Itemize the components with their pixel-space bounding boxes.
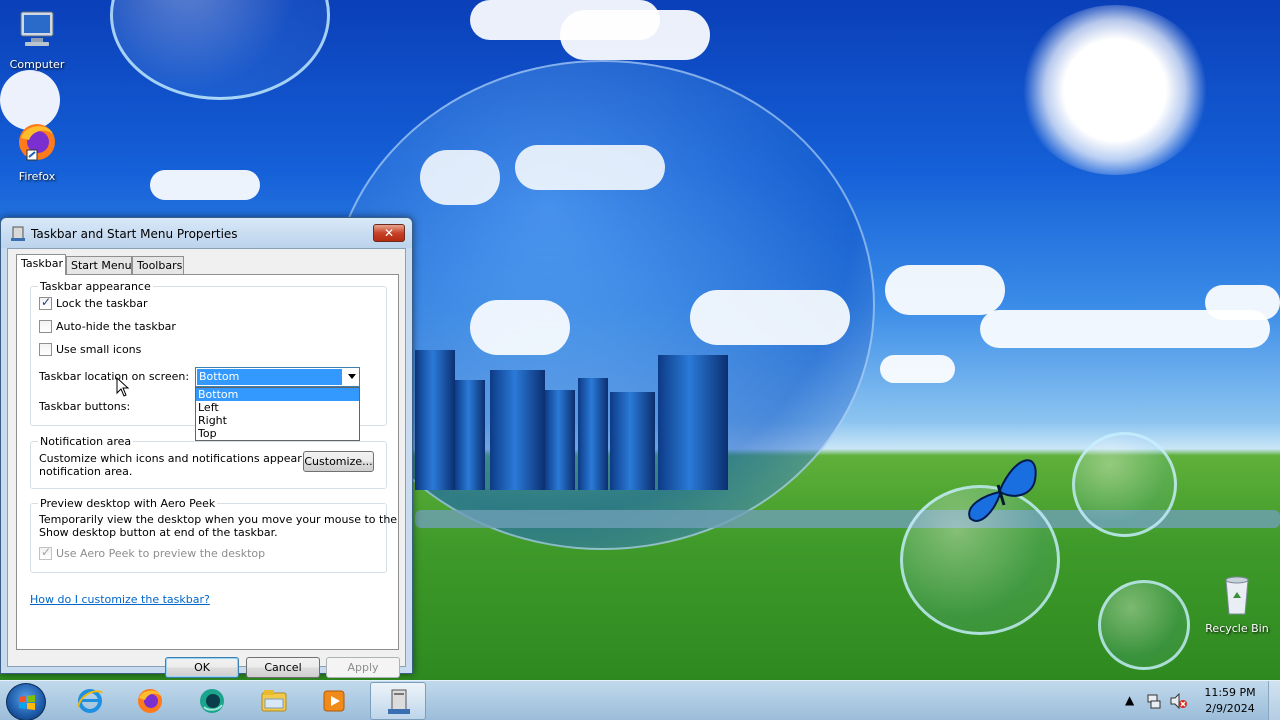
firefox-icon	[19, 124, 55, 161]
taskbar-item-app[interactable]	[184, 682, 240, 720]
close-icon: ✕	[383, 226, 395, 240]
cancel-button[interactable]: Cancel	[246, 657, 320, 678]
dropdown-option-top[interactable]: Top	[196, 427, 359, 440]
building	[415, 350, 455, 490]
group-title: Notification area	[38, 435, 134, 448]
taskbar-item-media-player[interactable]	[306, 682, 362, 720]
group-title: Taskbar appearance	[38, 280, 153, 293]
mouse-cursor-icon	[116, 377, 130, 397]
network-icon[interactable]	[1146, 693, 1162, 709]
building	[545, 390, 575, 490]
building	[610, 392, 655, 490]
tab-taskbar[interactable]: Taskbar	[16, 254, 66, 275]
checkbox-box[interactable]	[39, 295, 52, 310]
dropdown-option-left[interactable]: Left	[196, 401, 359, 414]
cloud	[1205, 285, 1280, 320]
chevron-down-icon[interactable]	[348, 374, 356, 379]
cloud	[420, 150, 500, 205]
title-bar[interactable]: Taskbar and Start Menu Properties ✕	[1, 218, 412, 248]
checkbox-label: Auto-hide the taskbar	[56, 320, 176, 333]
cloud	[880, 355, 955, 383]
desktop-icon-recycle-bin[interactable]: Recycle Bin	[1199, 572, 1275, 635]
apply-button[interactable]: Apply	[326, 657, 400, 678]
taskbar-properties-icon	[388, 689, 410, 714]
taskbar-item-file-explorer[interactable]	[246, 682, 302, 720]
desktop-icon-label: Computer	[9, 58, 65, 71]
desktop-icon-firefox[interactable]: Firefox	[0, 120, 75, 183]
taskbar-location-label: Taskbar location on screen:	[39, 370, 190, 383]
start-button[interactable]	[6, 683, 46, 720]
taskbar-item-firefox[interactable]	[122, 682, 178, 720]
show-hidden-icons-chevron-icon[interactable]: ▲	[1125, 693, 1134, 707]
close-button[interactable]: ✕	[373, 224, 405, 242]
aero-peek-checkbox[interactable]: Use Aero Peek to preview the desktop	[39, 545, 266, 560]
taskbar-location-select[interactable]: Bottom	[195, 367, 360, 387]
tab-start-menu[interactable]: Start Menu	[66, 256, 132, 274]
window-client-area: Taskbar Start Menu Toolbars Taskbar appe…	[7, 248, 406, 678]
cloud	[560, 10, 710, 60]
small-icons-checkbox[interactable]: Use small icons	[39, 343, 141, 356]
taskbar-properties-icon	[11, 226, 25, 241]
system-clock[interactable]: 11:59 PM 2/9/2024	[1200, 685, 1260, 717]
taskbar: ▲ 11:59 PM 2/9/2024	[0, 680, 1280, 720]
building	[490, 370, 545, 490]
desktop-icon-label: Recycle Bin	[1205, 622, 1269, 635]
lock-taskbar-checkbox[interactable]: Lock the taskbar	[39, 295, 148, 310]
recycle-bin-icon	[1225, 576, 1249, 615]
dropdown-option-bottom[interactable]: Bottom	[196, 388, 359, 401]
bubble-decoration	[1072, 432, 1177, 537]
desktop-icon-computer[interactable]: Computer	[0, 8, 75, 71]
app-icon	[200, 689, 224, 713]
clock-date: 2/9/2024	[1205, 702, 1255, 715]
selected-value: Bottom	[197, 369, 342, 385]
windows-logo-icon	[19, 695, 35, 710]
taskbar-buttons-label: Taskbar buttons:	[39, 400, 131, 413]
bubble-decoration	[1098, 580, 1190, 670]
dropdown-option-right[interactable]: Right	[196, 414, 359, 427]
internet-explorer-icon	[77, 689, 103, 713]
ok-button[interactable]: OK	[165, 657, 239, 678]
autohide-taskbar-checkbox[interactable]: Auto-hide the taskbar	[39, 320, 176, 333]
cloud	[885, 265, 1005, 315]
computer-icon	[20, 11, 54, 46]
media-player-icon	[323, 690, 345, 712]
clock-time: 11:59 PM	[1204, 686, 1256, 699]
taskbar-location-dropdown: Bottom Left Right Top	[195, 387, 360, 441]
desktop-icon-label: Firefox	[18, 170, 56, 183]
window-title: Taskbar and Start Menu Properties	[31, 227, 238, 241]
tab-toolbars[interactable]: Toolbars	[132, 256, 184, 274]
butterfly-decoration	[968, 459, 1037, 522]
cloud	[515, 145, 665, 190]
aero-peek-text-line: Show desktop button at end of the taskba…	[39, 526, 278, 539]
checkbox-label: Use small icons	[56, 343, 142, 356]
tab-panel-taskbar: Taskbar appearance Lock the taskbar Auto…	[16, 274, 399, 650]
help-link[interactable]: How do I customize the taskbar?	[30, 593, 210, 606]
sun-decoration	[1020, 5, 1210, 175]
building	[578, 378, 608, 490]
customize-button[interactable]: Customize...	[303, 451, 374, 472]
group-title: Preview desktop with Aero Peek	[38, 497, 218, 510]
building	[455, 380, 485, 490]
checkbox-label: Lock the taskbar	[56, 297, 148, 310]
volume-muted-icon[interactable]	[1170, 693, 1188, 709]
checkbox-box[interactable]	[39, 343, 52, 356]
checkbox-box[interactable]	[39, 545, 52, 560]
aero-peek-text-line: Temporarily view the desktop when you mo…	[39, 513, 398, 526]
file-explorer-icon	[261, 690, 287, 712]
taskbar-properties-window: Taskbar and Start Menu Properties ✕ Task…	[0, 217, 413, 678]
taskbar-item-internet-explorer[interactable]	[62, 682, 118, 720]
building	[658, 355, 728, 490]
firefox-icon	[138, 689, 162, 713]
checkbox-box[interactable]	[39, 320, 52, 333]
checkbox-label: Use Aero Peek to preview the desktop	[56, 547, 266, 560]
show-desktop-button[interactable]	[1268, 681, 1280, 720]
bubble-decoration	[110, 0, 330, 100]
notification-text-line: Customize which icons and notifications …	[39, 452, 337, 465]
notification-text-line: notification area.	[39, 465, 133, 478]
cloud	[690, 290, 850, 345]
cloud	[470, 300, 570, 355]
cloud	[150, 170, 260, 200]
taskbar-item-taskbar-properties[interactable]	[370, 682, 426, 720]
